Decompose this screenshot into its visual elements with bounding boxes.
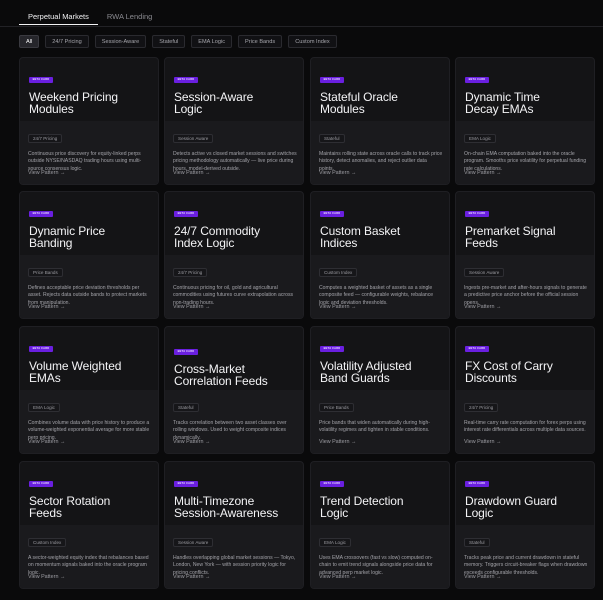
pattern-card[interactable]: BETA CARD Trend Detection Logic EMA Logic U… <box>310 461 450 589</box>
view-pattern-link[interactable]: View Pattern → <box>319 304 356 310</box>
beta-badge: BETA CARD <box>465 481 489 487</box>
view-pattern-link[interactable]: View Pattern → <box>319 439 356 445</box>
beta-badge: BETA CARD <box>465 77 489 83</box>
card-title: Dynamic Time Decay EMAs <box>465 90 540 116</box>
card-title: Cross-Market Correlation Feeds <box>174 362 268 388</box>
pattern-card[interactable]: BETA CARD Volume Weighted EMAs EMA Logic Co… <box>19 326 159 454</box>
card-title: Weekend Pricing Modules <box>29 90 118 116</box>
beta-badge: BETA CARD <box>320 346 344 352</box>
card-title: Drawdown Guard Logic <box>465 494 557 520</box>
beta-badge: BETA CARD <box>320 481 344 487</box>
card-tag: 24/7 Pricing <box>173 268 208 277</box>
beta-badge: BETA CARD <box>29 481 53 487</box>
view-pattern-link[interactable]: View Pattern → <box>28 574 65 580</box>
pattern-card[interactable]: BETA CARD FX Cost of Carry Discounts 24/7 … <box>455 326 595 454</box>
beta-badge: BETA CARD <box>29 77 53 83</box>
beta-badge: BETA CARD <box>174 481 198 487</box>
view-pattern-link[interactable]: View Pattern → <box>173 170 210 176</box>
filter-ema-logic[interactable]: EMA Logic <box>191 35 233 48</box>
filter-custom-index[interactable]: Custom Index <box>288 35 337 48</box>
card-title: Custom Basket Indices <box>320 224 401 250</box>
filter-stateful[interactable]: Stateful <box>152 35 186 48</box>
view-pattern-link[interactable]: View Pattern → <box>173 574 210 580</box>
beta-badge: BETA CARD <box>465 211 489 217</box>
card-title: Trend Detection Logic <box>320 494 404 520</box>
market-tabs: Perpetual Markets RWA Lending <box>19 8 161 25</box>
card-tag: Stateful <box>319 134 345 143</box>
card-tag: Session Aware <box>173 538 214 547</box>
card-title: Volume Weighted EMAs <box>29 359 122 385</box>
card-tag: Custom Index <box>28 538 67 547</box>
card-title: Multi-Timezone Session-Awareness <box>174 494 279 520</box>
filter-24-7-pricing[interactable]: 24/7 Pricing <box>45 35 89 48</box>
filter-session-aware[interactable]: Session-Aware <box>94 35 147 48</box>
card-title: 24/7 Commodity Index Logic <box>174 224 260 250</box>
pattern-card[interactable]: BETA CARD Sector Rotation Feeds Custom Ind… <box>19 461 159 589</box>
view-pattern-link[interactable]: View Pattern → <box>173 439 210 445</box>
card-tag: Session Aware <box>464 268 505 277</box>
card-tag: 24/7 Pricing <box>28 134 63 143</box>
card-title: Sector Rotation Feeds <box>29 494 111 520</box>
beta-badge: BETA CARD <box>320 77 344 83</box>
view-pattern-link[interactable]: View Pattern → <box>464 304 501 310</box>
card-title: Premarket Signal Feeds <box>465 224 556 250</box>
pattern-card[interactable]: BETA CARD Premarket Signal Feeds Session A… <box>455 191 595 319</box>
view-pattern-link[interactable]: View Pattern → <box>28 439 65 445</box>
view-pattern-link[interactable]: View Pattern → <box>319 574 356 580</box>
card-description: Price bands that widen automatically dur… <box>319 420 430 434</box>
view-pattern-link[interactable]: View Pattern → <box>464 439 501 445</box>
pattern-card[interactable]: BETA CARD 24/7 Commodity Index Logic 24/7 … <box>164 191 304 319</box>
pattern-card[interactable]: BETA CARD Weekend Pricing Modules 24/7 Pri… <box>19 57 159 185</box>
filter-price-bands[interactable]: Price Bands <box>238 35 283 48</box>
card-tag: Price Bands <box>28 268 63 277</box>
card-tag: 24/7 Pricing <box>464 403 499 412</box>
card-tag: Stateful <box>464 538 490 547</box>
card-tag: Price Bands <box>319 403 354 412</box>
beta-badge: BETA CARD <box>320 211 344 217</box>
pattern-card[interactable]: BETA CARD Stateful Oracle Modules Stateful… <box>310 57 450 185</box>
beta-badge: BETA CARD <box>29 346 53 352</box>
tab-rwa-lending[interactable]: RWA Lending <box>98 8 161 25</box>
view-pattern-link[interactable]: View Pattern → <box>28 170 65 176</box>
card-tag: EMA Logic <box>464 134 496 143</box>
filter-bar: All 24/7 Pricing Session-Aware Stateful … <box>19 35 337 48</box>
beta-badge: BETA CARD <box>29 211 53 217</box>
card-tag: EMA Logic <box>319 538 351 547</box>
card-title: Volatility Adjusted Band Guards <box>320 359 412 385</box>
pattern-card[interactable]: BETA CARD Custom Basket Indices Custom Ind… <box>310 191 450 319</box>
view-pattern-link[interactable]: View Pattern → <box>319 170 356 176</box>
view-pattern-link[interactable]: View Pattern → <box>464 574 501 580</box>
card-title: FX Cost of Carry Discounts <box>465 359 553 385</box>
pattern-card[interactable]: BETA CARD Cross-Market Correlation Feeds S… <box>164 326 304 454</box>
card-title: Session-Aware Logic <box>174 90 254 116</box>
pattern-card[interactable]: BETA CARD Volatility Adjusted Band Guards … <box>310 326 450 454</box>
pattern-card[interactable]: BETA CARD Drawdown Guard Logic Stateful Tra… <box>455 461 595 589</box>
pattern-card[interactable]: BETA CARD Dynamic Price Banding Price Band… <box>19 191 159 319</box>
card-title: Dynamic Price Banding <box>29 224 106 250</box>
card-tag: Stateful <box>173 403 199 412</box>
pattern-card[interactable]: BETA CARD Session-Aware Logic Session Awar… <box>164 57 304 185</box>
tab-perpetual-markets[interactable]: Perpetual Markets <box>19 8 98 25</box>
beta-badge: BETA CARD <box>174 349 198 355</box>
beta-badge: BETA CARD <box>174 211 198 217</box>
view-pattern-link[interactable]: View Pattern → <box>173 304 210 310</box>
card-title: Stateful Oracle Modules <box>320 90 398 116</box>
pattern-card[interactable]: BETA CARD Multi-Timezone Session-Awareness… <box>164 461 304 589</box>
view-pattern-link[interactable]: View Pattern → <box>464 170 501 176</box>
filter-all[interactable]: All <box>19 35 40 48</box>
pattern-card[interactable]: BETA CARD Dynamic Time Decay EMAs EMA Logi… <box>455 57 595 185</box>
card-tag: Session Aware <box>173 134 214 143</box>
beta-badge: BETA CARD <box>174 77 198 83</box>
beta-badge: BETA CARD <box>465 346 489 352</box>
tab-divider <box>0 26 603 27</box>
card-tag: Custom Index <box>319 268 358 277</box>
card-tag: EMA Logic <box>28 403 60 412</box>
view-pattern-link[interactable]: View Pattern → <box>28 304 65 310</box>
card-description: Real-time carry rate computation for for… <box>464 420 586 434</box>
